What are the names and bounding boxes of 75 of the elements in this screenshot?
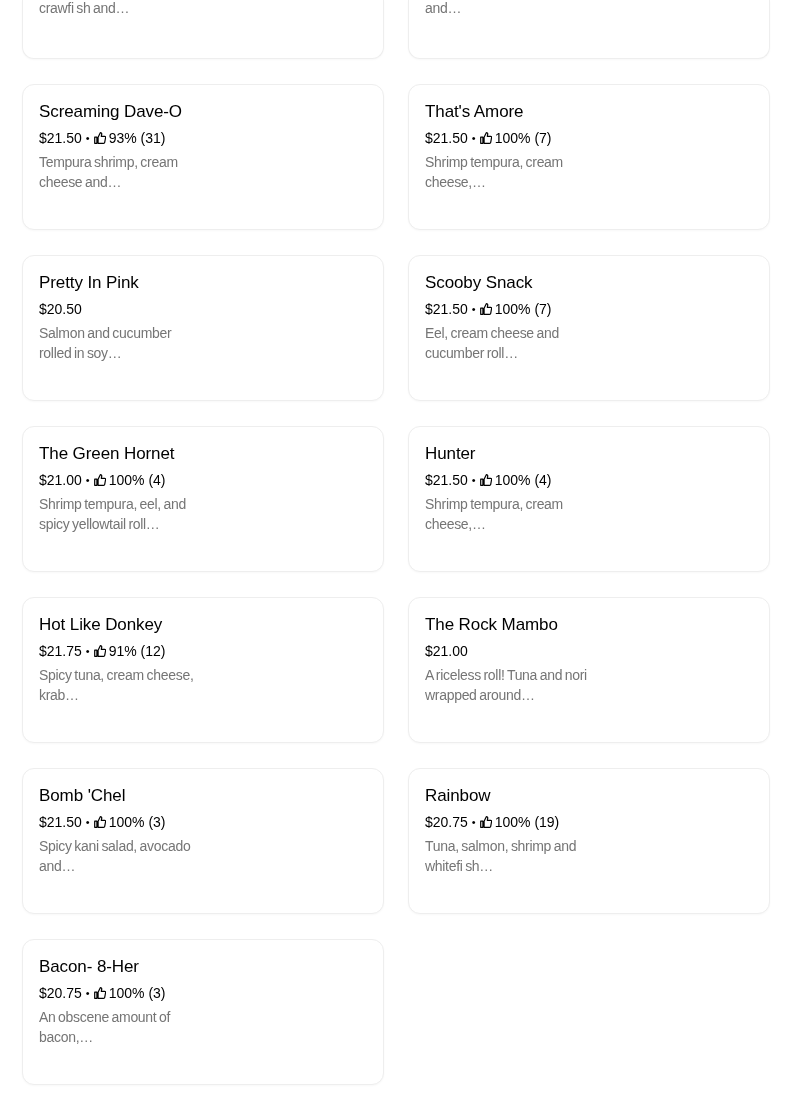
separator: • (85, 815, 90, 830)
item-name: Screaming Dave-O (39, 101, 183, 123)
item-description: crawfi sh and… (39, 0, 131, 18)
menu-item-card[interactable]: crawfi sh and… (22, 0, 384, 59)
item-name: Hot Like Donkey (39, 614, 164, 636)
separator: • (85, 473, 90, 488)
item-name: Rainbow (425, 785, 492, 807)
thumbs-up-icon (93, 816, 106, 828)
separator: • (471, 473, 476, 488)
menu-item-card[interactable]: Bomb 'Chel $21.50 • 100% (3) Spicy kani salad, avocado and… (22, 768, 384, 914)
separator: • (471, 815, 476, 830)
item-price: $21.50 (39, 813, 82, 832)
item-price: $21.50 (425, 129, 468, 148)
item-price: $21.75 (39, 642, 82, 661)
item-rating: 100% (7) (494, 129, 552, 148)
item-description: Tempura shrimp, cream cheese and… (39, 153, 179, 192)
menu-item-card[interactable]: and… (408, 0, 770, 59)
item-price: $21.50 (39, 129, 82, 148)
item-name: Hunter (425, 443, 477, 465)
menu-item-card[interactable]: Screaming Dave-O $21.50 • 93% (31) Tempura shrimp, cream cheese and… (22, 84, 384, 230)
item-description: Spicy kani salad, avocado and… (39, 837, 192, 876)
thumbs-up-icon (93, 474, 106, 486)
item-description: Shrimp tempura, eel, and spicy yellowtail roll… (39, 495, 187, 534)
item-description: Spicy tuna, cream cheese, krab… (39, 666, 195, 705)
menu-item-card[interactable]: The Rock Mambo $21.00 A riceless roll! Tuna and nori wrapped around… (408, 597, 770, 743)
item-rating: 91% (12) (108, 642, 166, 661)
separator: • (85, 644, 90, 659)
item-name: The Green Hornet (39, 443, 176, 465)
thumbs-up-icon (93, 645, 106, 657)
item-price: $20.75 (39, 984, 82, 1003)
thumbs-up-icon (479, 474, 492, 486)
item-rating: 100% (7) (494, 300, 552, 319)
item-description: A riceless roll! Tuna and nori wrapped around… (425, 666, 588, 705)
item-description: Shrimp tempura, cream cheese,… (425, 153, 564, 192)
item-name: That's Amore (425, 101, 525, 123)
item-price: $21.50 (425, 300, 468, 319)
item-rating: 100% (3) (108, 813, 166, 832)
item-rating: 100% (3) (108, 984, 166, 1003)
item-description: Shrimp tempura, cream cheese,… (425, 495, 564, 534)
menu-item-card[interactable]: Hunter $21.50 • 100% (4) Shrimp tempura, cream cheese,… (408, 426, 770, 572)
item-price: $21.00 (39, 471, 82, 490)
item-price: $20.50 (39, 300, 82, 319)
item-rating: 100% (4) (494, 471, 552, 490)
separator: • (85, 986, 90, 1001)
thumbs-up-icon (479, 816, 492, 828)
separator: • (85, 131, 90, 146)
menu-item-card[interactable]: The Green Hornet $21.00 • 100% (4) Shrimp tempura, eel, and spicy yellowtail roll… (22, 426, 384, 572)
item-description: Eel, cream cheese and cucumber roll… (425, 324, 560, 363)
menu-item-card[interactable]: That's Amore $21.50 • 100% (7) Shrimp tempura, cream cheese,… (408, 84, 770, 230)
item-name: Pretty In Pink (39, 272, 140, 294)
item-name: Scooby Snack (425, 272, 534, 294)
item-name: The Rock Mambo (425, 614, 559, 636)
menu-item-card[interactable]: Scooby Snack $21.50 • 100% (7) Eel, cream cheese and cucumber roll… (408, 255, 770, 401)
thumbs-up-icon (93, 987, 106, 999)
item-rating: 100% (4) (108, 471, 166, 490)
item-rating: 93% (31) (108, 129, 166, 148)
menu-item-card[interactable]: Rainbow $20.75 • 100% (19) Tuna, salmon, shrimp and whitefi sh… (408, 768, 770, 914)
item-price: $20.75 (425, 813, 468, 832)
item-name: Bomb 'Chel (39, 785, 127, 807)
thumbs-up-icon (479, 132, 492, 144)
item-description: Tuna, salmon, shrimp and whitefi sh… (425, 837, 578, 876)
item-rating: 100% (19) (494, 813, 560, 832)
thumbs-up-icon (479, 303, 492, 315)
item-name: Bacon- 8-Her (39, 956, 140, 978)
item-description: and… (425, 0, 463, 18)
menu-item-card[interactable]: Hot Like Donkey $21.75 • 91% (12) Spicy tuna, cream cheese, krab… (22, 597, 384, 743)
item-description: An obscene amount of bacon,… (39, 1008, 172, 1047)
menu-item-card[interactable]: Pretty In Pink $20.50 Salmon and cucumber rolled in soy… (22, 255, 384, 401)
menu-item-card[interactable]: Bacon- 8-Her $20.75 • 100% (3) An obscene amount of bacon,… (22, 939, 384, 1085)
separator: • (471, 302, 476, 317)
item-price: $21.00 (425, 642, 468, 661)
separator: • (471, 131, 476, 146)
item-description: Salmon and cucumber rolled in soy… (39, 324, 173, 363)
item-price: $21.50 (425, 471, 468, 490)
thumbs-up-icon (93, 132, 106, 144)
